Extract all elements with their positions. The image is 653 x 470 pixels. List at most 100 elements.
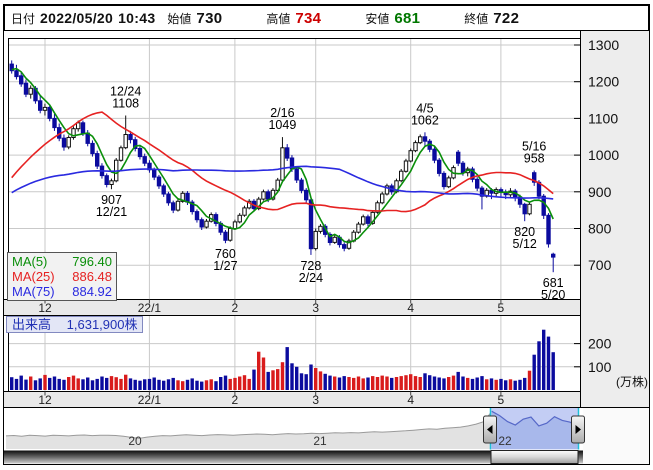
volume-bar [133,379,137,390]
candle-body [332,236,337,243]
volume-bar [470,378,475,390]
volume-label-name: 出来高 [12,317,52,332]
volume-bar [295,366,299,390]
volume-bar [152,377,156,390]
candle-body [175,200,181,211]
volume-label-value: 1,631,900株 [66,317,138,332]
volume-bar [527,370,532,390]
candle-body [223,231,228,241]
volume-bar [157,379,161,390]
candle-body [95,153,100,167]
volume-bar [532,354,536,390]
volume-bar [523,377,527,390]
volume-bar [200,381,204,390]
volume-bar [380,375,384,390]
volume-bar [19,375,23,390]
volume-bar [233,377,237,390]
candle-body [152,169,157,178]
price-tick-label: 1000 [588,147,619,163]
date-value: 2022/05/20 [40,10,114,26]
volume-bar [48,377,52,390]
volume-bar [109,376,114,390]
candle-body [551,253,556,258]
volume-bar [304,374,308,390]
candle-body [299,179,304,191]
volume-bar [10,377,14,390]
annotation-line2: 958 [524,152,545,166]
volume-bar [176,380,180,390]
close-value: 722 [493,9,520,27]
high-value: 734 [295,9,322,27]
volume-bar [252,369,256,390]
candle-body [475,178,480,189]
scrollbar-thumb[interactable] [490,450,579,464]
volume-bar [323,373,327,390]
candle-body [380,193,385,204]
volume-bar [447,377,451,390]
price-tick-label: 1300 [588,37,619,53]
volume-bar [114,377,118,390]
volume-bar [100,376,104,390]
low-label: 安値 [365,11,390,26]
ma-legend: MA(5) 796.40 MA(25) 886.48 MA(75) 884.92 [7,252,117,301]
volume-bar [143,379,147,390]
volume-bar [14,378,19,390]
volume-bar [475,377,479,390]
candle-body [19,75,24,85]
volume-bar [299,373,304,390]
volume-bar [352,377,356,390]
volume-bar [76,378,80,390]
volume-bar [171,377,175,390]
volume-tick-label: 100 [588,359,612,375]
volume-bar [209,379,213,390]
volume-bar [52,376,57,390]
month-label: 4 [407,301,414,315]
candle-body [142,156,147,164]
candle-body [118,147,124,161]
volume-bar [271,370,275,390]
volume-bar [238,376,242,390]
annotation-line2: 1049 [268,118,296,132]
candle-body [313,230,318,250]
volume-bar [518,379,522,390]
candle-body [441,172,447,188]
volume-bar [347,377,351,390]
month-label: 12 [38,393,52,407]
volume-bar [542,329,546,390]
candle-body [456,151,461,164]
annotation-line2: 5/12 [513,237,537,251]
candle-body [80,122,86,134]
volume-bar [551,352,555,390]
candle-body [66,137,71,148]
candle-body [403,160,409,172]
candle-body [14,70,19,78]
candle-body [228,228,233,241]
volume-bar [90,380,95,390]
volume-bar [337,377,342,390]
year-label: 20 [128,434,142,448]
stock-chart-window: 907 12/21 12/24 1108 760 1/27 2/16 1049 728 2/24 4… [0,0,653,470]
candle-body [285,147,290,159]
ma25-label: MA(25) [12,269,55,284]
volume-bar [266,371,270,390]
annotation-line2: 5/20 [541,288,565,302]
candle-body [294,168,299,181]
x-axis-strip-2 [3,391,581,408]
volume-bar [38,378,42,390]
volume-bar [437,377,441,390]
candle-body [318,225,323,232]
volume-bar [261,357,266,390]
quote-header: 日付 2022/05/20 10:43 始値 730 高値 734 安値 681… [4,5,649,31]
month-label: 5 [498,301,505,315]
volume-bar [489,378,494,390]
volume-bar [62,379,66,390]
candle-body [194,211,200,221]
volume-bar [105,377,109,390]
volume-bar [423,373,427,390]
volume-bar [219,377,223,390]
volume-bar [537,341,541,390]
annotation-line2: 1108 [112,97,139,111]
volume-bar [342,376,346,390]
candle-body [261,191,266,200]
year-label: 22 [498,434,512,448]
